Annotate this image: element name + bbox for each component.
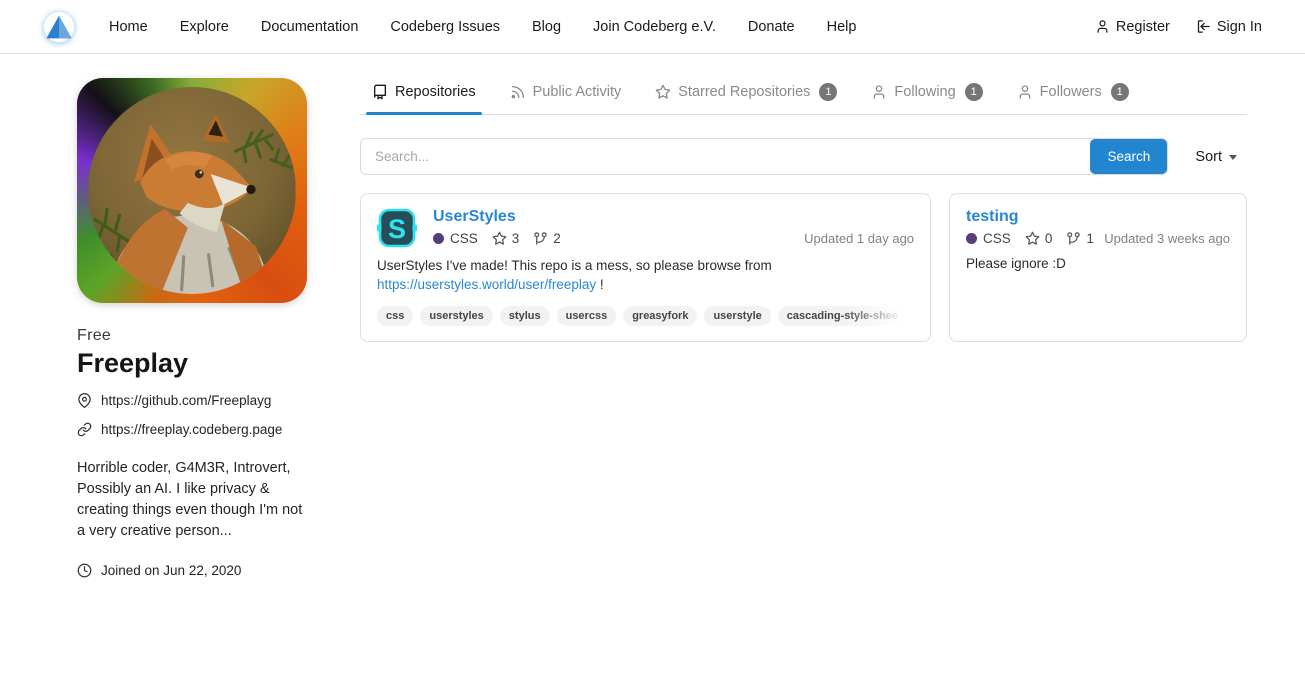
avatar[interactable]: [77, 78, 307, 303]
person-icon: [871, 84, 887, 100]
repo-name-link[interactable]: UserStyles: [433, 208, 516, 226]
caret-down-icon: [1229, 155, 1237, 160]
repo-description: Please ignore :D: [966, 255, 1230, 274]
repo-name-link[interactable]: testing: [966, 208, 1018, 226]
tab-public-activity-label: Public Activity: [533, 84, 622, 100]
topic-label[interactable]: greasyfork: [623, 306, 697, 326]
star-icon: [1025, 231, 1040, 246]
updated-text: Updated 1 day ago: [804, 231, 914, 246]
star-icon: [492, 231, 507, 246]
profile-sidebar: Free Freeplay https://github.com/Freepla…: [77, 75, 307, 578]
followers-count-badge: 1: [1111, 83, 1129, 101]
nav-link-join-codeberg[interactable]: Join Codeberg e.V.: [577, 0, 732, 54]
topic-label[interactable]: userstyles: [420, 306, 492, 326]
profile-website-link[interactable]: https://freeplay.codeberg.page: [101, 422, 282, 437]
fox-avatar-image: [88, 87, 296, 294]
tab-following[interactable]: Following 1: [859, 75, 994, 114]
svg-text:S: S: [388, 214, 406, 244]
search-input-group: Search: [360, 138, 1168, 175]
tab-followers-label: Followers: [1040, 84, 1102, 100]
register-link[interactable]: Register: [1095, 19, 1170, 35]
clock-icon: [77, 563, 92, 578]
repo-card-userstyles: S UserStyles CSS 3: [360, 193, 931, 342]
repo-card-testing: testing CSS 0 1 Update: [949, 193, 1247, 342]
fork-count: 1: [1086, 231, 1094, 246]
tab-starred-label: Starred Repositories: [678, 84, 810, 100]
map-pin-icon: [77, 393, 92, 408]
fork-icon: [533, 231, 548, 246]
search-button[interactable]: Search: [1090, 139, 1167, 174]
topic-label[interactable]: userstyle: [704, 306, 770, 326]
topic-label[interactable]: css: [377, 306, 413, 326]
repo-description-suffix: !: [596, 277, 604, 292]
profile-display-name: Freeplay: [77, 348, 307, 379]
tab-starred-repositories[interactable]: Starred Repositories 1: [643, 75, 849, 114]
profile-joined-text: Joined on Jun 22, 2020: [101, 563, 241, 578]
language-dot: [433, 233, 444, 244]
navbar-right: Register Sign In: [1095, 19, 1262, 35]
codeberg-logo-icon[interactable]: [43, 11, 75, 43]
main-content: Repositories Public Activity Starred Rep…: [360, 75, 1247, 342]
person-icon: [1095, 19, 1110, 34]
tab-repositories-label: Repositories: [395, 84, 476, 100]
profile-website-row: https://freeplay.codeberg.page: [77, 422, 307, 437]
following-count-badge: 1: [965, 83, 983, 101]
profile-location-text: https://github.com/Freeplayg: [101, 393, 271, 408]
stylus-logo-icon: S: [377, 208, 417, 248]
repo-meta-line: CSS 0 1 Updated 3 weeks ago: [966, 231, 1230, 246]
profile-bio: Horrible coder, G4M3R, Introvert, Possib…: [77, 458, 307, 542]
profile-joined-row: Joined on Jun 22, 2020: [77, 563, 307, 578]
updated-text: Updated 3 weeks ago: [1104, 231, 1230, 246]
fork-icon: [1066, 231, 1081, 246]
nav-link-help[interactable]: Help: [811, 0, 873, 54]
sign-in-icon: [1196, 19, 1211, 34]
search-input[interactable]: [360, 138, 1168, 175]
nav-link-blog[interactable]: Blog: [516, 0, 577, 54]
nav-link-home[interactable]: Home: [93, 0, 164, 54]
register-label: Register: [1116, 19, 1170, 35]
topics-list: css userstyles stylus usercss greasyfork user…: [377, 306, 914, 327]
description-link[interactable]: https://userstyles.world/user/freeplay: [377, 277, 596, 292]
profile-location-row: https://github.com/Freeplayg: [77, 393, 307, 408]
repo-list: S UserStyles CSS 3: [360, 193, 1247, 342]
starred-count-badge: 1: [819, 83, 837, 101]
nav-link-explore[interactable]: Explore: [164, 0, 245, 54]
tab-public-activity[interactable]: Public Activity: [498, 76, 634, 113]
star-icon: [655, 84, 671, 100]
sign-in-link[interactable]: Sign In: [1196, 19, 1262, 35]
topic-label[interactable]: usercss: [557, 306, 617, 326]
language-label: CSS: [983, 231, 1011, 246]
sort-label: Sort: [1195, 149, 1222, 165]
language-label: CSS: [450, 231, 478, 246]
tab-repositories[interactable]: Repositories: [360, 76, 488, 113]
profile-username: Free: [77, 327, 307, 345]
sign-in-label: Sign In: [1217, 19, 1262, 35]
link-icon: [77, 422, 92, 437]
tab-followers[interactable]: Followers 1: [1005, 75, 1141, 114]
topic-label[interactable]: stylus: [500, 306, 550, 326]
navbar: Home Explore Documentation Codeberg Issu…: [0, 0, 1305, 54]
profile-tabbar: Repositories Public Activity Starred Rep…: [360, 75, 1247, 115]
fork-count: 2: [553, 231, 561, 246]
nav-link-donate[interactable]: Donate: [732, 0, 811, 54]
sort-dropdown[interactable]: Sort: [1195, 149, 1247, 165]
star-count: 0: [1045, 231, 1053, 246]
repo-meta-line: CSS 3 2 Updated 1 day ago: [433, 231, 914, 246]
person-icon: [1017, 84, 1033, 100]
topic-label[interactable]: cascading-style-shee: [778, 306, 907, 326]
repo-description-text: UserStyles I've made! This repo is a mes…: [377, 258, 772, 273]
tab-following-label: Following: [894, 84, 955, 100]
nav-link-documentation[interactable]: Documentation: [245, 0, 375, 54]
rss-icon: [510, 84, 526, 100]
nav-link-codeberg-issues[interactable]: Codeberg Issues: [374, 0, 516, 54]
repo-search-row: Search Sort: [360, 138, 1247, 175]
language-dot: [966, 233, 977, 244]
star-count: 3: [512, 231, 520, 246]
repo-icon: [372, 84, 388, 100]
repo-description: UserStyles I've made! This repo is a mes…: [377, 257, 777, 295]
